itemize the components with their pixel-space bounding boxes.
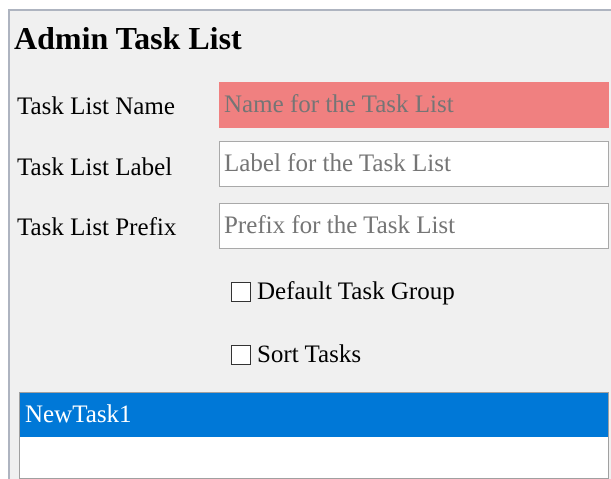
admin-task-list-window: Admin Task List Task List Name Task List…: [0, 0, 611, 479]
sort-tasks-label: Sort Tasks: [257, 341, 362, 368]
task-list-label-label: Task List Label: [17, 154, 173, 181]
task-list-prefix-label: Task List Prefix: [17, 214, 177, 241]
default-task-group-checkbox-row[interactable]: Default Task Group: [231, 279, 455, 304]
sort-tasks-checkbox[interactable]: [231, 344, 251, 365]
sort-tasks-checkbox-row[interactable]: Sort Tasks: [231, 342, 361, 367]
page-title: Admin Task List: [14, 20, 242, 56]
list-item[interactable]: NewTask1: [20, 393, 608, 437]
default-task-group-checkbox[interactable]: [231, 281, 251, 302]
task-list-name-field[interactable]: [219, 82, 609, 128]
task-list-prefix-field[interactable]: [219, 203, 609, 249]
task-list-name-label: Task List Name: [17, 93, 175, 120]
default-task-group-label: Default Task Group: [257, 278, 455, 305]
task-list-label-field[interactable]: [219, 141, 609, 187]
task-list-box[interactable]: NewTask1: [19, 392, 609, 479]
